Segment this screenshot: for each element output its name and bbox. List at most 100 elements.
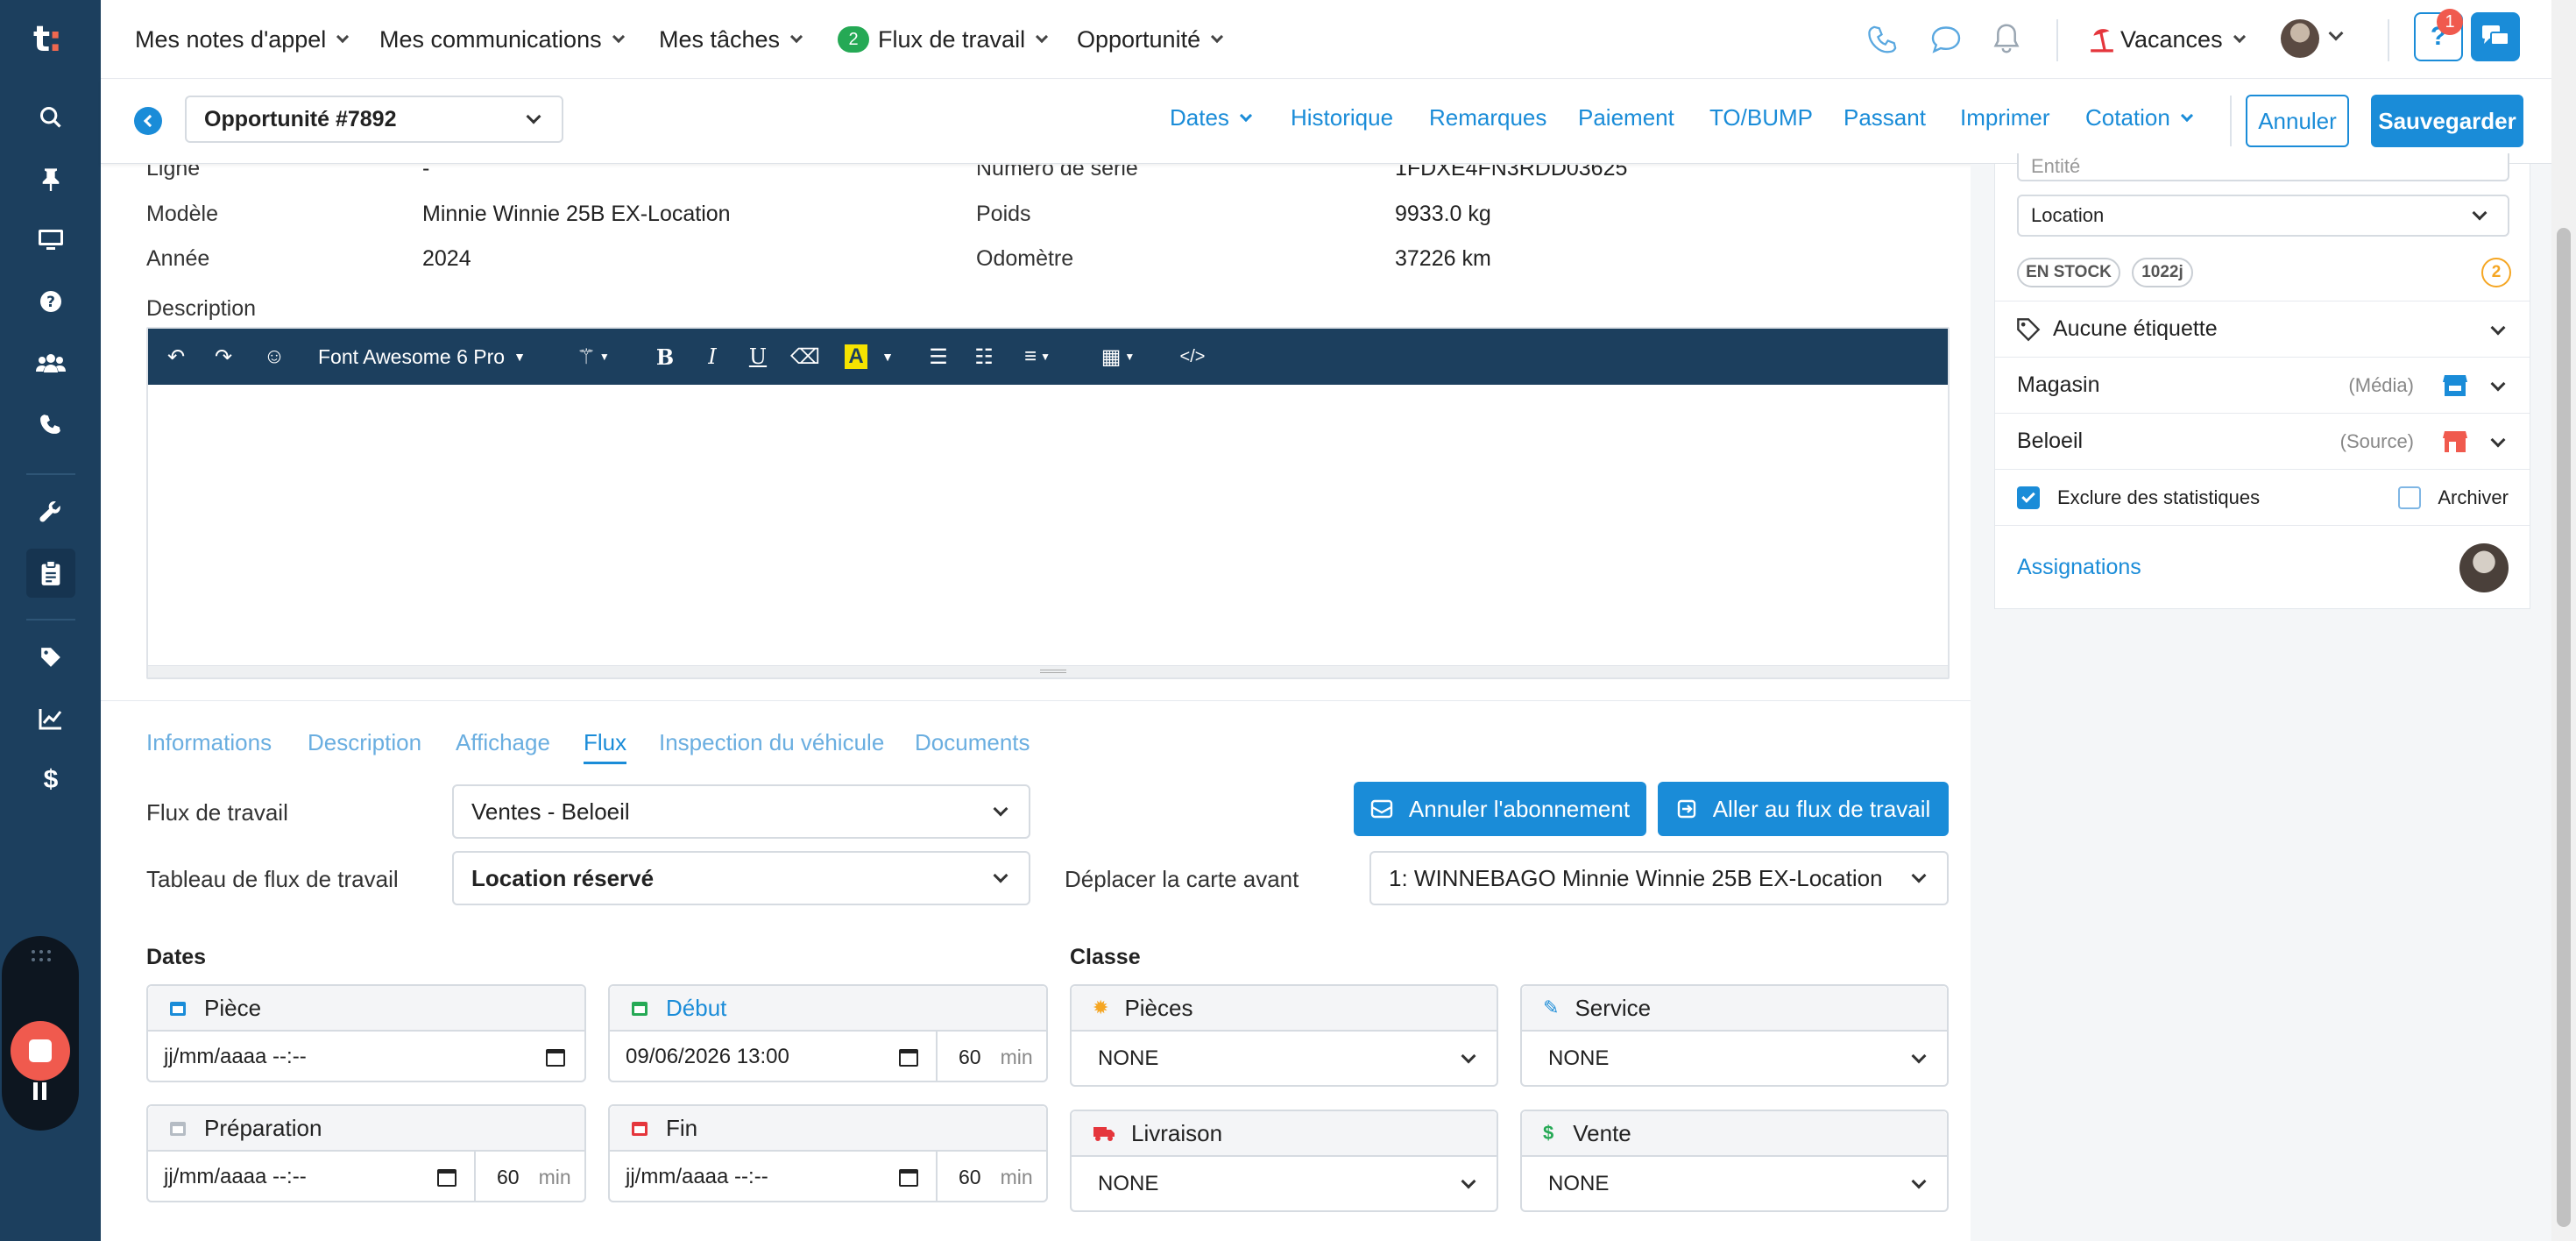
app-logo[interactable]: t: xyxy=(33,19,62,60)
magasin-row[interactable]: Magasin (Média) xyxy=(1995,357,2530,413)
move-card-select[interactable]: 1: WINNEBAGO Minnie Winnie 25B EX-Locati… xyxy=(1369,851,1949,905)
tab-informations[interactable]: Informations xyxy=(146,729,272,756)
divider xyxy=(2056,19,2058,61)
tab-description[interactable]: Description xyxy=(308,729,421,756)
board-select[interactable]: Location réservé xyxy=(452,851,1030,905)
archive-checkbox[interactable] xyxy=(2398,486,2421,509)
chat-icon[interactable] xyxy=(1930,25,1962,54)
classe-pieces-select[interactable]: NONE xyxy=(1072,1032,1497,1086)
nav-call-notes[interactable]: Mes notes d'appel xyxy=(135,21,350,58)
tab-flux[interactable]: Flux xyxy=(584,729,627,764)
divider xyxy=(2230,96,2232,146)
assignations-row: Assignations xyxy=(1995,525,2530,609)
location-select[interactable]: Location xyxy=(2017,195,2509,237)
tab-documents[interactable]: Documents xyxy=(915,729,1030,756)
exclude-stats-label: Exclure des statistiques xyxy=(2057,486,2261,508)
cancel-button[interactable]: Annuler xyxy=(2246,95,2349,147)
stop-recording-button[interactable] xyxy=(11,1021,70,1081)
goto-workflow-button[interactable]: Aller au flux de travail xyxy=(1658,782,1949,836)
date-debut-input[interactable]: 09/06/2026 13:00 xyxy=(610,1032,938,1082)
link-to-bump[interactable]: TO/BUMP xyxy=(1709,104,1813,131)
nav-tasks[interactable]: Mes tâches xyxy=(659,21,803,58)
link-dates[interactable]: Dates xyxy=(1170,104,1252,131)
classe-title: Classe xyxy=(1070,945,1141,969)
wrench-icon[interactable] xyxy=(26,487,75,536)
entity-select[interactable]: Entité xyxy=(2017,153,2509,181)
highlight-dropdown[interactable]: ▼ xyxy=(877,339,898,374)
assignations-link[interactable]: Assignations xyxy=(2017,555,2141,580)
bell-icon[interactable] xyxy=(1992,23,2021,54)
users-icon[interactable] xyxy=(26,338,75,387)
record-select[interactable]: Opportunité #7892 xyxy=(185,96,563,143)
date-fin-label: Fin xyxy=(666,1114,698,1141)
date-piece-input[interactable]: jj/mm/aaaa --:-- xyxy=(148,1032,584,1082)
emoji-icon[interactable]: ☺ xyxy=(258,339,290,374)
font-family-select[interactable]: Font Awesome 6 Pro ▼ xyxy=(318,339,526,374)
bullet-list-icon[interactable]: ☰ xyxy=(923,339,954,374)
tags-row[interactable]: Aucune étiquette xyxy=(1995,301,2530,357)
workflow-select[interactable]: Ventes - Beloeil xyxy=(452,784,1030,839)
bold-icon[interactable]: B xyxy=(649,339,681,374)
tab-inspection[interactable]: Inspection du véhicule xyxy=(659,729,884,756)
link-remarques[interactable]: Remarques xyxy=(1429,104,1546,131)
record-toolbar: Opportunité #7892 Dates Historique Remar… xyxy=(101,80,2551,164)
editor-resize-handle[interactable] xyxy=(148,665,1948,677)
messages-button[interactable] xyxy=(2471,12,2520,61)
assignee-avatar[interactable] xyxy=(2459,543,2509,592)
phone-icon[interactable] xyxy=(26,400,75,449)
exclude-stats-checkbox[interactable] xyxy=(2017,486,2040,509)
link-passant[interactable]: Passant xyxy=(1844,104,1926,131)
date-preparation-input[interactable]: jj/mm/aaaa --:-- xyxy=(148,1152,476,1202)
dollar-icon[interactable]: $ xyxy=(26,755,75,805)
save-button[interactable]: Sauvegarder xyxy=(2371,95,2523,147)
table-icon[interactable]: ▦ ▼ xyxy=(1096,339,1140,374)
undo-icon[interactable]: ↶ xyxy=(160,339,192,374)
help-icon[interactable]: ? xyxy=(26,277,75,326)
calendar-picker-icon xyxy=(546,1049,565,1067)
clipboard-icon[interactable] xyxy=(26,549,75,598)
eraser-icon[interactable]: ⌫ xyxy=(789,339,821,374)
phone-icon[interactable] xyxy=(1868,25,1898,54)
monitor-icon[interactable] xyxy=(26,216,75,265)
chart-line-icon[interactable] xyxy=(26,694,75,743)
tab-affichage[interactable]: Affichage xyxy=(456,729,550,756)
beloeil-row[interactable]: Beloeil (Source) xyxy=(1995,413,2530,469)
board-label: Tableau de flux de travail xyxy=(146,866,399,892)
link-paiement[interactable]: Paiement xyxy=(1578,104,1674,131)
tag-icon[interactable] xyxy=(26,633,75,682)
fin-duration[interactable]: 60 min xyxy=(936,1152,1046,1202)
nav-opportunity[interactable]: Opportunité xyxy=(1077,21,1224,58)
redo-icon[interactable]: ↷ xyxy=(208,339,239,374)
numbered-list-icon[interactable]: ☷ xyxy=(968,339,1000,374)
rail-divider xyxy=(26,619,75,620)
date-fin-input[interactable]: jj/mm/aaaa --:-- xyxy=(610,1152,938,1202)
code-view-icon[interactable]: </> xyxy=(1173,339,1212,374)
link-imprimer[interactable]: Imprimer xyxy=(1960,104,2050,131)
workflow-count-badge: 2 xyxy=(838,26,869,53)
debut-duration[interactable]: 60 min xyxy=(936,1032,1046,1082)
avatar[interactable] xyxy=(2281,19,2319,58)
preparation-duration[interactable]: 60 min xyxy=(474,1152,584,1202)
unsubscribe-button[interactable]: Annuler l'abonnement xyxy=(1354,782,1646,836)
classe-vente-select[interactable]: NONE xyxy=(1522,1157,1947,1211)
editor-body[interactable] xyxy=(148,385,1948,665)
drag-handle[interactable] xyxy=(32,950,51,962)
classe-service-select[interactable]: NONE xyxy=(1522,1032,1947,1086)
nav-workflow[interactable]: 2 Flux de travail xyxy=(838,21,1049,58)
link-cotation[interactable]: Cotation xyxy=(2085,104,2193,131)
underline-icon[interactable]: U xyxy=(742,339,774,374)
search-icon[interactable] xyxy=(26,93,75,142)
magic-wand-icon[interactable]: ⚚ ▼ xyxy=(569,339,618,374)
align-icon[interactable]: ≡ ▼ xyxy=(1016,339,1059,374)
classe-livraison-select[interactable]: NONE xyxy=(1072,1157,1497,1211)
pin-icon[interactable] xyxy=(26,154,75,203)
chevron-down-icon[interactable] xyxy=(2328,25,2344,41)
pause-icon[interactable] xyxy=(32,1081,49,1102)
italic-icon[interactable]: I xyxy=(697,339,728,374)
nav-communications[interactable]: Mes communications xyxy=(379,21,625,58)
link-historique[interactable]: Historique xyxy=(1291,104,1393,131)
highlight-icon[interactable]: A xyxy=(840,339,872,374)
back-button[interactable] xyxy=(134,107,162,135)
vacation-menu[interactable]: Vacances xyxy=(2091,21,2246,58)
page-scrollbar[interactable] xyxy=(2551,0,2576,1241)
